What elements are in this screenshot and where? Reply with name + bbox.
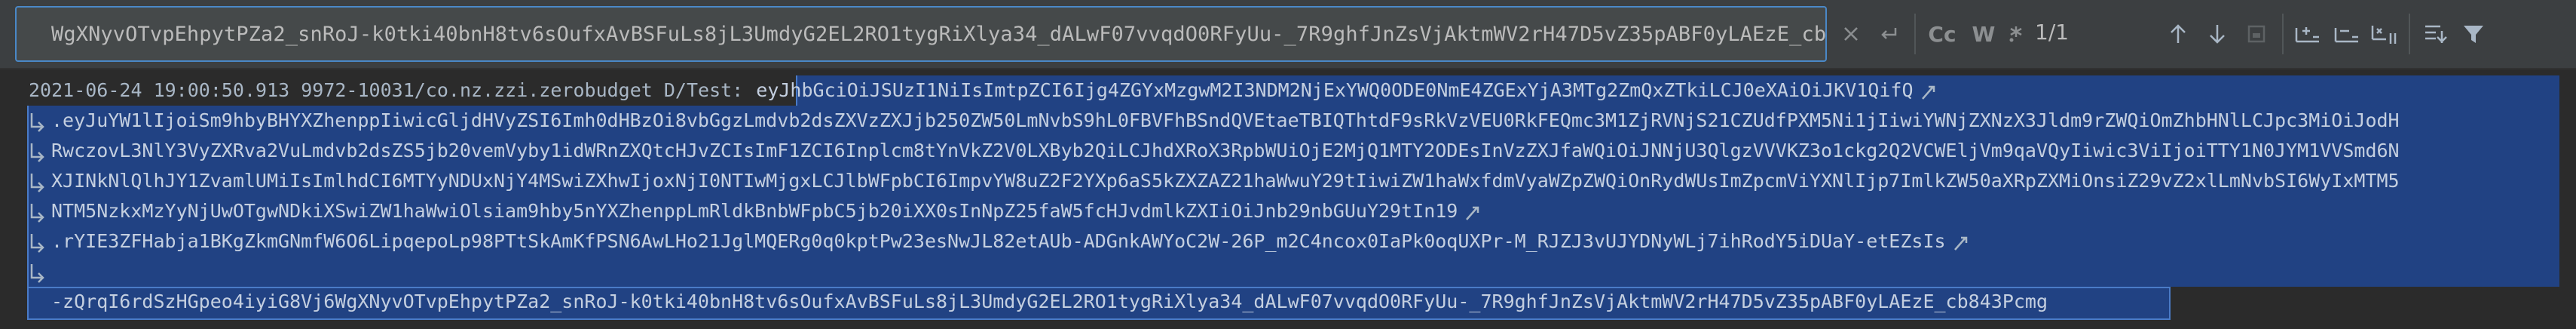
log-line-text: RwczovL3NlY3VyZXRva2VuLmdvb2dsZS5jb20vem… (51, 140, 2400, 161)
selection-highlight (27, 257, 2559, 287)
soft-wrap-icon (1466, 206, 1479, 220)
match-counter: 1/1 (2035, 20, 2070, 45)
soft-wrap-continuation-icon (30, 264, 44, 283)
log-line-text: .rYIE3ZFHabja1BKgZkmGNmfW6O6LipqepoLp98P… (51, 230, 1946, 252)
search-input[interactable]: WgXNyvOTvpEhpytPZa2_snRoJ-k0tki40bnH8tv6… (15, 6, 1827, 62)
logcat-output[interactable]: 2021-06-24 19:00:50.913 9972-10031/co.nz… (0, 69, 2576, 329)
filter-search-results-icon[interactable] (2421, 15, 2451, 53)
toolbar-separator (1914, 14, 1916, 54)
log-line: -zQrqI6rdSzHGpeo4iyiG8Vj6WgXNyvOTvpEhpyt… (51, 287, 2048, 317)
log-line-text: .eyJuYW1lIjoiSm9hbyBHYXZhenppIiwicGljdHV… (51, 109, 2400, 131)
log-line: RwczovL3NlY3VyZXRva2VuLmdvb2dsZS5jb20vem… (51, 136, 2400, 166)
unselect-occurrence-icon[interactable] (2332, 15, 2362, 53)
log-line-text: -zQrqI6rdSzHGpeo4iyiG8Vj6WgXNyvOTvpEhpyt… (51, 291, 2048, 312)
toolbar-separator (2282, 14, 2284, 54)
select-all-occurrences-multi-icon[interactable] (2368, 15, 2403, 53)
soft-wrap-icon (1921, 85, 1935, 100)
search-history-icon[interactable] (1874, 15, 1904, 53)
soft-wrap-continuation-icon (30, 204, 44, 223)
log-line-prefix: 2021-06-24 19:00:50.913 9972-10031/co.nz… (29, 79, 755, 101)
log-line-selected: eyJhbGciOiJSUzI1NiIsImtpZCI6Ijg4ZGYxMzgw… (756, 79, 1914, 101)
match-case-icon[interactable]: Cc (1923, 15, 1961, 53)
search-query-text: WgXNyvOTvpEhpytPZa2_snRoJ-k0tki40bnH8tv6… (51, 22, 1827, 46)
log-line-header: 2021-06-24 19:00:50.913 9972-10031/co.nz… (29, 75, 1936, 106)
find-toolbar: WgXNyvOTvpEhpytPZa2_snRoJ-k0tki40bnH8tv6… (0, 0, 2576, 69)
soft-wrap-continuation-icon (30, 174, 44, 192)
soft-wrap-icon (1953, 236, 1967, 251)
whole-words-icon[interactable]: W (1967, 15, 2000, 53)
log-line-text: NTM5NzkxMzYyNjUwOTgwNDkiXSwiZW1haWwiOlsi… (51, 200, 1458, 222)
select-all-occurrences-icon[interactable] (2243, 15, 2270, 53)
soft-wrap-continuation-icon (30, 234, 44, 253)
previous-occurrence-icon[interactable] (2163, 15, 2193, 53)
log-line-text: XJINkNlQlhJY1ZvamlUMiIsImlhdCI6MTYyNDUxN… (51, 170, 2400, 192)
log-line: NTM5NzkxMzYyNjUwOTgwNDkiXSwiZW1haWwiOlsi… (51, 196, 1480, 226)
log-line: XJINkNlQlhJY1ZvamlUMiIsImlhdCI6MTYyNDUxN… (51, 166, 2400, 196)
clear-search-icon[interactable] (1836, 15, 1866, 53)
log-line: .eyJuYW1lIjoiSm9hbyBHYXZhenppIiwicGljdHV… (51, 106, 2400, 136)
add-selection-for-next-occurrence-icon[interactable] (2293, 15, 2323, 53)
soft-wrap-continuation-icon (30, 143, 44, 162)
soft-wrap-continuation-icon (30, 113, 44, 132)
filter-icon[interactable] (2458, 15, 2489, 53)
log-line: .rYIE3ZFHabja1BKgZkmGNmfW6O6LipqepoLp98P… (51, 226, 1969, 257)
toolbar-separator (2409, 14, 2410, 54)
regex-icon[interactable] (2005, 15, 2027, 53)
next-occurrence-icon[interactable] (2202, 15, 2232, 53)
